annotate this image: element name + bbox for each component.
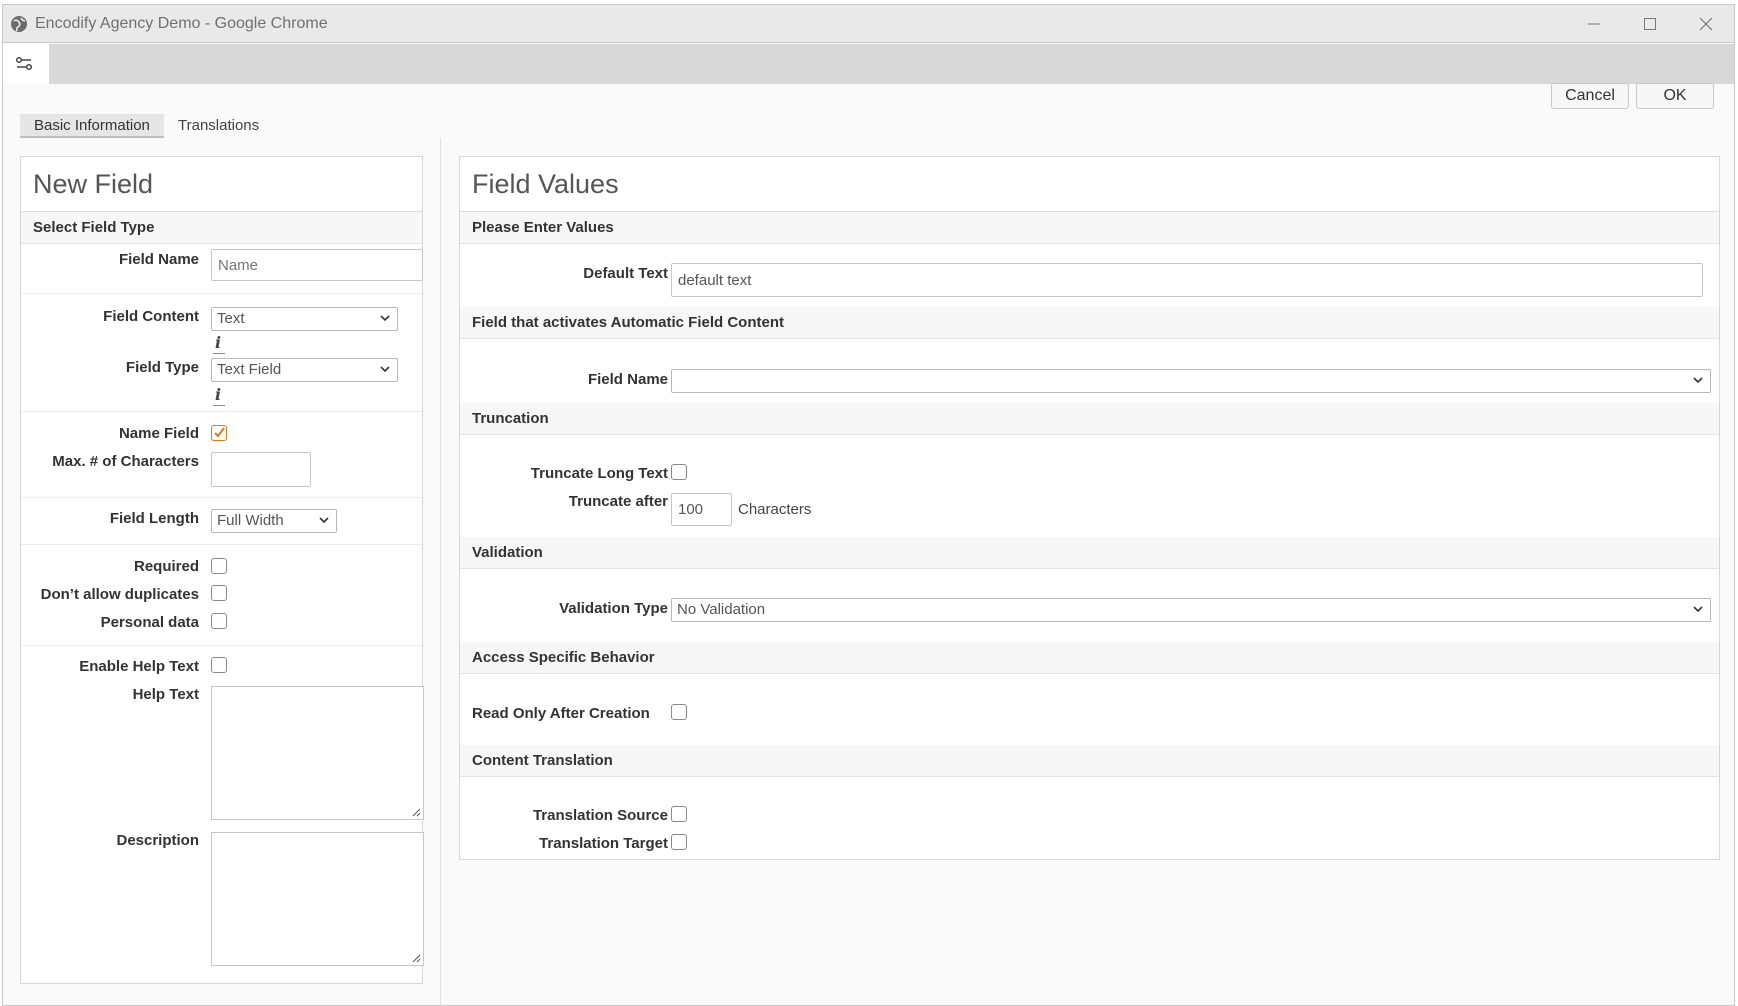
read-only-label: Read Only After Creation: [472, 705, 650, 722]
max-characters-label: Max. # of Characters: [52, 453, 199, 470]
truncate-long-text-checkbox[interactable]: [671, 464, 687, 480]
section-header: Content Translation: [460, 745, 1719, 777]
info-icon[interactable]: i: [212, 333, 226, 354]
chevron-down-icon: [380, 366, 390, 373]
name-field-label: Name Field: [118, 425, 199, 442]
help-text-label: Help Text: [132, 686, 199, 703]
description-label: Description: [116, 832, 199, 849]
personal-data-checkbox[interactable]: [211, 613, 227, 629]
chevron-down-icon: [319, 517, 329, 524]
enable-help-text-label: Enable Help Text: [79, 658, 199, 675]
field-content-select[interactable]: Text: [211, 307, 398, 331]
validation-type-select[interactable]: No Validation: [671, 598, 1711, 622]
default-text-label: Default Text: [583, 265, 668, 282]
section-title: Truncation: [472, 410, 549, 427]
divider: [21, 411, 422, 412]
section-header: Access Specific Behavior: [460, 642, 1719, 674]
resize-handle-icon[interactable]: [411, 953, 421, 963]
field-values-panel: Field Values Please Enter Values Default…: [459, 156, 1720, 860]
section-title: Please Enter Values: [472, 219, 614, 236]
address-bar: [3, 44, 1734, 84]
field-type-select[interactable]: Text Field: [211, 358, 398, 382]
section-header: Field that activates Automatic Field Con…: [460, 307, 1719, 339]
default-text-input[interactable]: [671, 263, 1703, 297]
panel-title: Field Values: [472, 169, 619, 199]
window-title: Encodify Agency Demo - Google Chrome: [35, 15, 328, 32]
column-divider: [440, 138, 441, 1006]
ok-button[interactable]: OK: [1636, 83, 1714, 109]
required-checkbox[interactable]: [211, 558, 227, 574]
tab-translations[interactable]: Translations: [164, 114, 284, 138]
chevron-down-icon: [1693, 606, 1703, 613]
field-name-label: Field Name: [118, 251, 199, 268]
section-header: Truncation: [460, 403, 1719, 435]
description-textarea[interactable]: [211, 832, 424, 966]
minimize-button[interactable]: [1575, 11, 1615, 37]
validation-type-label: Validation Type: [559, 600, 668, 617]
truncate-after-label: Truncate after: [568, 493, 668, 510]
tab-basic-information[interactable]: Basic Information: [20, 114, 164, 138]
select-value: Text Field: [217, 361, 282, 378]
section-header: Select Field Type: [21, 212, 422, 244]
max-characters-input[interactable]: [211, 452, 311, 487]
section-title: Content Translation: [472, 752, 613, 769]
site-settings-button[interactable]: [3, 44, 49, 84]
info-icon[interactable]: i: [212, 385, 226, 406]
cancel-button[interactable]: Cancel: [1551, 83, 1629, 109]
translation-target-label: Translation Target: [539, 835, 668, 852]
field-length-label: Field Length: [109, 510, 199, 527]
personal-data-label: Personal data: [100, 614, 199, 631]
divider: [21, 544, 422, 545]
no-duplicates-label: Don’t allow duplicates: [40, 586, 199, 603]
help-text-textarea[interactable]: [211, 686, 424, 820]
title-bar: Encodify Agency Demo - Google Chrome: [3, 5, 1734, 43]
select-value: Full Width: [217, 512, 284, 529]
translation-target-checkbox[interactable]: [671, 834, 687, 850]
new-field-panel: New Field Select Field Type Field Name F…: [20, 156, 424, 984]
divider: [21, 497, 422, 498]
required-label: Required: [133, 558, 199, 575]
read-only-checkbox[interactable]: [671, 704, 687, 720]
auto-field-name-label: Field Name: [587, 371, 668, 388]
truncate-long-text-label: Truncate Long Text: [530, 465, 668, 482]
panel-title: New Field: [33, 169, 154, 199]
resize-handle-icon[interactable]: [411, 807, 421, 817]
section-header: Please Enter Values: [460, 212, 1719, 244]
name-field-checkbox[interactable]: [211, 425, 227, 441]
divider: [21, 293, 422, 294]
checkmark-icon: [214, 427, 225, 438]
select-value: No Validation: [677, 601, 766, 618]
close-icon: [1699, 17, 1713, 31]
maximize-icon: [1644, 18, 1656, 30]
no-duplicates-checkbox[interactable]: [211, 585, 227, 601]
close-window-button[interactable]: [1687, 11, 1727, 37]
maximize-button[interactable]: [1631, 11, 1671, 37]
translation-source-label: Translation Source: [532, 807, 668, 824]
translation-source-checkbox[interactable]: [671, 806, 687, 822]
field-type-label: Field Type: [125, 359, 199, 376]
chevron-down-icon: [1693, 377, 1703, 384]
auto-field-name-select[interactable]: [671, 369, 1711, 393]
chevron-down-icon: [380, 315, 390, 322]
minimize-icon: [1588, 23, 1600, 25]
tune-settings-icon: [15, 56, 33, 71]
divider: [21, 645, 422, 646]
field-length-select[interactable]: Full Width: [211, 509, 337, 533]
field-content-label: Field Content: [103, 308, 199, 325]
field-name-input[interactable]: [211, 249, 423, 281]
truncate-after-input[interactable]: [671, 493, 732, 526]
characters-unit-label: Characters: [738, 501, 812, 518]
section-title: Select Field Type: [33, 219, 155, 236]
section-title: Access Specific Behavior: [472, 649, 655, 666]
section-title: Validation: [472, 544, 543, 561]
section-title: Field that activates Automatic Field Con…: [472, 314, 784, 331]
select-value: Text: [217, 310, 245, 327]
enable-help-text-checkbox[interactable]: [211, 657, 227, 673]
globe-icon: [11, 16, 27, 32]
section-header: Validation: [460, 537, 1719, 569]
